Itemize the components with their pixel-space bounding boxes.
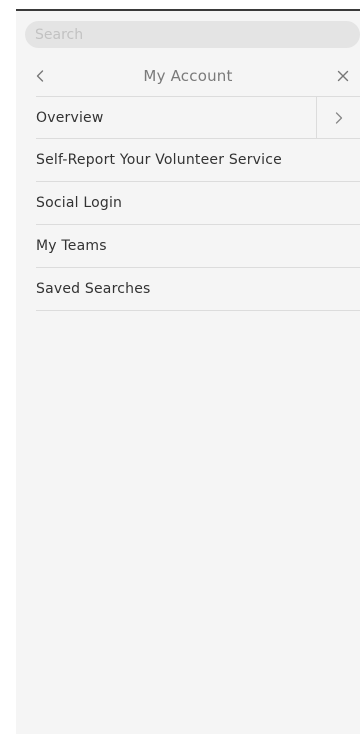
back-button[interactable] — [24, 56, 54, 96]
account-menu-panel: My Account Overview — [16, 9, 360, 734]
menu-item-social-login[interactable]: Social Login — [36, 182, 360, 225]
menu-item-self-report-volunteer-service[interactable]: Self-Report Your Volunteer Service — [36, 139, 360, 182]
menu-item-label: Social Login — [36, 195, 123, 211]
close-icon — [337, 70, 349, 82]
account-menu-list: Overview Self-Report Your Volunteer Serv… — [36, 96, 360, 311]
expand-submenu-button[interactable] — [316, 97, 360, 139]
search-input[interactable] — [25, 21, 360, 48]
menu-item-saved-searches[interactable]: Saved Searches — [36, 268, 360, 311]
menu-header: My Account — [16, 56, 360, 96]
menu-item-label: Self-Report Your Volunteer Service — [36, 152, 282, 168]
menu-header-title: My Account — [143, 67, 233, 85]
search-bar — [25, 21, 360, 48]
menu-item-my-teams[interactable]: My Teams — [36, 225, 360, 268]
menu-item-overview[interactable]: Overview — [36, 96, 360, 139]
menu-item-label: My Teams — [36, 238, 107, 254]
close-button[interactable] — [330, 56, 356, 96]
chevron-right-icon — [335, 112, 343, 124]
chevron-left-icon — [36, 70, 44, 82]
menu-item-label: Overview — [36, 110, 104, 126]
menu-item-label: Saved Searches — [36, 281, 151, 297]
